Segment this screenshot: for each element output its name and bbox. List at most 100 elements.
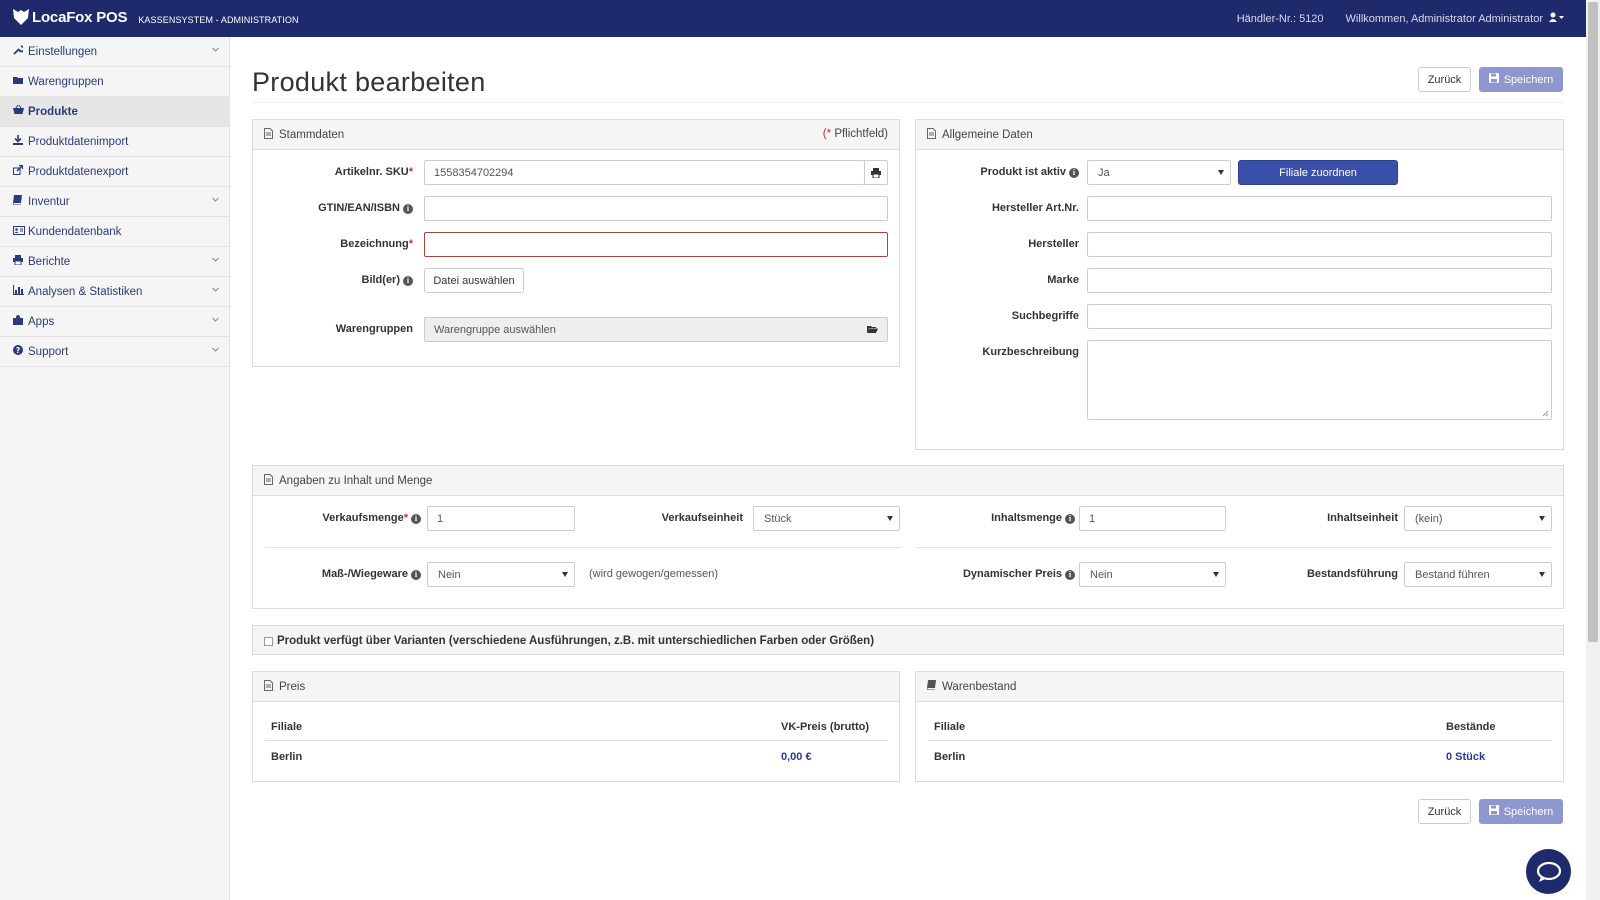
content-unit-select[interactable]: (kein)	[1404, 506, 1552, 531]
manufacturer-artnr-input[interactable]	[1087, 196, 1552, 221]
choose-file-button[interactable]: Datei auswählen	[424, 268, 524, 293]
puzzle-icon	[13, 315, 26, 328]
sell-unit-value: Stück	[764, 512, 792, 525]
top-right-info: Händler-Nr.: 5120 Willkommen, Administra…	[1237, 12, 1565, 25]
dynamic-price-label: Dynamischer Preis i	[913, 568, 1075, 580]
short-description-label: Kurzbeschreibung	[916, 346, 1079, 358]
allgemein-title: Allgemeine Daten	[942, 128, 1033, 141]
document-icon	[264, 473, 273, 488]
stock-mgmt-select[interactable]: Bestand führen	[1404, 562, 1552, 587]
sidebar-item-apps[interactable]: Apps	[0, 307, 229, 337]
back-button-label: Zurück	[1427, 73, 1462, 86]
sidebar-item-warengruppen[interactable]: Warengruppen	[0, 67, 229, 97]
sidebar-item-einstellungen[interactable]: Einstellungen	[0, 37, 229, 67]
sidebar-item-berichte[interactable]: Berichte	[0, 247, 229, 277]
stock-row-value[interactable]: 0 Stück	[1446, 751, 1485, 763]
active-label-text: Produkt ist aktiv	[980, 166, 1066, 178]
logo[interactable]: LocaFox POS KASSENSYSTEM - ADMINISTRATIO…	[13, 8, 299, 26]
caret-down-icon	[1539, 572, 1545, 577]
back-button-top[interactable]: Zurück	[1418, 67, 1471, 92]
chat-button[interactable]	[1526, 849, 1571, 894]
sell-qty-value: 1	[437, 512, 444, 525]
manufacturer-artnr-text: Hersteller Art.Nr.	[991, 202, 1079, 214]
info-icon[interactable]: i	[1065, 514, 1075, 524]
sell-unit-select[interactable]: Stück	[753, 506, 900, 531]
active-label: Produkt ist aktiv i	[916, 166, 1079, 178]
sidebar-item-produkte[interactable]: Produkte	[0, 97, 229, 127]
sidebar-item-support[interactable]: ? Support	[0, 337, 229, 367]
sidebar-item-inventur[interactable]: Inventur	[0, 187, 229, 217]
content-qty-label: Inhaltsmenge i	[913, 512, 1075, 524]
sku-label-text: Artikelnr. SKU	[334, 166, 409, 178]
user-dropdown-icon[interactable]	[1549, 12, 1565, 25]
scrollbar-thumb[interactable]	[1588, 2, 1598, 642]
dynamic-price-select[interactable]: Nein	[1079, 562, 1226, 587]
sell-qty-input[interactable]: 1	[427, 506, 575, 531]
sidebar-item-kundendatenbank[interactable]: Kundendatenbank	[0, 217, 229, 247]
save-button-bottom[interactable]: Speichern	[1479, 799, 1563, 824]
variants-checkbox[interactable]	[264, 636, 273, 646]
info-icon[interactable]: i	[1065, 570, 1075, 580]
weigh-select[interactable]: Nein	[427, 562, 575, 587]
info-icon[interactable]: i	[403, 276, 413, 286]
sidebar-item-analysen[interactable]: Analysen & Statistiken	[0, 277, 229, 307]
price-table-rule	[265, 740, 888, 741]
content-qty-value: 1	[1089, 512, 1096, 525]
info-icon[interactable]: i	[411, 570, 421, 580]
info-icon[interactable]: i	[1069, 168, 1079, 178]
document-icon	[264, 679, 273, 694]
document-icon	[264, 127, 273, 142]
assign-branch-button[interactable]: Filiale zuordnen	[1238, 160, 1398, 185]
variants-label[interactable]: Produkt verfügt über Varianten (verschie…	[277, 635, 874, 647]
search-terms-text: Suchbegriffe	[1011, 310, 1079, 322]
resize-handle-icon[interactable]	[1542, 410, 1549, 417]
menge-title: Angaben zu Inhalt und Menge	[279, 474, 433, 487]
images-label-text: Bild(er)	[361, 274, 401, 286]
manufacturer-input[interactable]	[1087, 232, 1552, 257]
price-row-value[interactable]: 0,00 €	[781, 751, 812, 763]
save-button-top[interactable]: Speichern	[1479, 67, 1563, 92]
price-row-branch: Berlin	[271, 751, 303, 763]
required-star: *	[403, 512, 408, 524]
brand-input[interactable]	[1087, 268, 1552, 293]
sidebar-item-produktdatenimport[interactable]: Produktdatenimport	[0, 127, 229, 157]
stock-mgmt-label: Bestandsführung	[1238, 568, 1398, 580]
images-label: Bild(er) i	[253, 274, 413, 286]
active-select[interactable]: Ja	[1087, 160, 1231, 185]
content-qty-input[interactable]: 1	[1079, 506, 1226, 531]
sell-unit-label: Verkaufseinheit	[583, 512, 743, 524]
id-card-icon	[13, 225, 26, 238]
sell-qty-label: Verkaufsmenge* i	[253, 512, 421, 524]
chat-bubbles-icon	[1536, 861, 1561, 882]
print-icon	[13, 255, 26, 268]
row-divider	[916, 547, 1552, 548]
search-terms-input[interactable]	[1087, 304, 1552, 329]
weigh-text: Maß-/Wiegeware	[321, 568, 408, 580]
info-icon[interactable]: i	[411, 514, 421, 524]
price-title: Preis	[279, 680, 306, 693]
short-description-textarea[interactable]	[1087, 340, 1552, 420]
sidebar-item-produktdatenexport[interactable]: Produktdatenexport	[0, 157, 229, 187]
name-input[interactable]	[424, 232, 888, 257]
sku-input[interactable]: 1558354702294	[424, 160, 865, 185]
groups-value: Warengruppe auswählen	[434, 323, 556, 336]
sidebar-item-label: Produktdatenexport	[28, 165, 129, 178]
name-label-text: Bezeichnung	[340, 238, 409, 250]
stock-panel: Warenbestand Filiale Bestände Berlin 0 S…	[915, 671, 1564, 782]
stock-title: Warenbestand	[942, 680, 1017, 693]
stock-table-rule	[928, 740, 1552, 741]
back-button-bottom[interactable]: Zurück	[1418, 799, 1471, 824]
required-text: Pflichtfeld)	[834, 128, 888, 140]
gtin-input[interactable]	[424, 196, 888, 221]
welcome-text[interactable]: Willkommen, Administrator Administrator	[1346, 13, 1543, 25]
groups-label: Warengruppen	[253, 323, 413, 335]
allgemein-header: Allgemeine Daten	[916, 120, 1563, 150]
content-unit-label: Inhaltseinheit	[1238, 512, 1398, 524]
print-barcode-button[interactable]	[864, 160, 888, 185]
stock-col-stock: Bestände	[1446, 721, 1496, 733]
question-icon: ?	[13, 345, 26, 358]
info-icon[interactable]: i	[403, 204, 413, 214]
allgemein-panel: Allgemeine Daten Produkt ist aktiv i Ja F…	[915, 119, 1564, 450]
page-scrollbar[interactable]	[1586, 0, 1600, 900]
groups-select[interactable]: Warengruppe auswählen	[424, 317, 888, 342]
